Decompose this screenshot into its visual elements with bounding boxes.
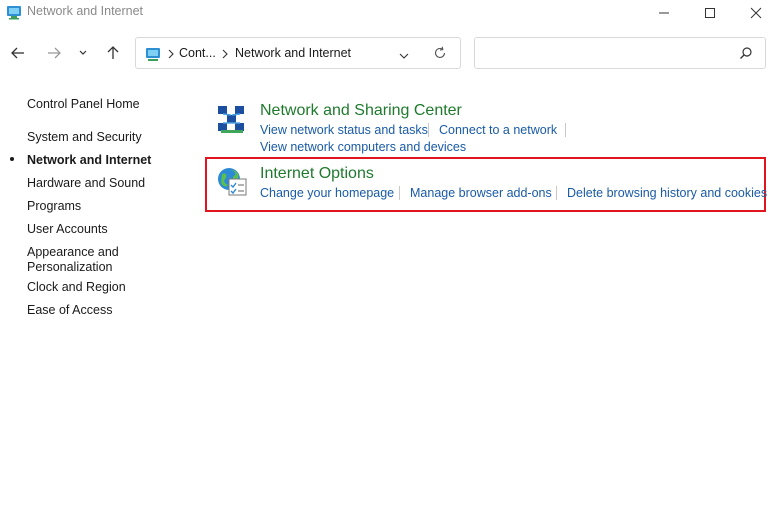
link-separator bbox=[399, 186, 400, 200]
delete-browsing-history-link[interactable]: Delete browsing history and cookies bbox=[567, 186, 767, 200]
back-button[interactable] bbox=[5, 40, 31, 66]
forward-button[interactable] bbox=[41, 40, 67, 66]
network-and-sharing-center-title[interactable]: Network and Sharing Center bbox=[260, 102, 462, 120]
address-bar[interactable]: Cont... Network and Internet bbox=[135, 37, 461, 69]
search-icon bbox=[739, 46, 753, 65]
minimize-button[interactable] bbox=[641, 0, 687, 26]
link-separator bbox=[556, 186, 557, 200]
internet-options-title[interactable]: Internet Options bbox=[260, 165, 374, 183]
change-your-homepage-link[interactable]: Change your homepage bbox=[260, 186, 394, 200]
sidebar-control-panel-home[interactable]: Control Panel Home bbox=[27, 97, 140, 112]
internet-options-icon bbox=[216, 166, 248, 198]
link-separator bbox=[565, 123, 566, 137]
sidebar-item-clock-and-region[interactable]: Clock and Region bbox=[27, 280, 126, 295]
sidebar-item-appearance-and-personalization[interactable]: Appearance and Personalization bbox=[27, 245, 137, 275]
chevron-right-icon bbox=[167, 47, 175, 65]
chevron-down-icon bbox=[399, 53, 409, 59]
refresh-button[interactable] bbox=[433, 46, 447, 65]
up-button[interactable] bbox=[100, 40, 126, 66]
active-item-bullet bbox=[10, 157, 14, 161]
sidebar-item-ease-of-access[interactable]: Ease of Access bbox=[27, 303, 112, 318]
control-panel-icon bbox=[6, 4, 22, 20]
address-dropdown-button[interactable] bbox=[398, 48, 410, 66]
recent-locations-button[interactable] bbox=[72, 40, 94, 66]
sidebar-item-user-accounts[interactable]: User Accounts bbox=[27, 222, 108, 237]
search-input[interactable] bbox=[474, 37, 766, 69]
window-title: Network and Internet bbox=[27, 4, 144, 18]
chevron-right-icon bbox=[221, 47, 229, 65]
arrow-right-icon bbox=[48, 47, 61, 59]
connect-to-network-link[interactable]: Connect to a network bbox=[439, 123, 557, 137]
sidebar-item-programs[interactable]: Programs bbox=[27, 199, 81, 214]
sidebar-item-hardware-and-sound[interactable]: Hardware and Sound bbox=[27, 176, 145, 191]
network-sharing-icon bbox=[216, 103, 248, 135]
refresh-icon bbox=[434, 46, 446, 59]
sidebar-item-network-and-internet[interactable]: Network and Internet bbox=[27, 153, 151, 168]
maximize-button[interactable] bbox=[687, 0, 733, 26]
sidebar-item-system-and-security[interactable]: System and Security bbox=[27, 130, 142, 145]
arrow-left-icon bbox=[11, 47, 24, 59]
arrow-up-icon bbox=[107, 46, 119, 59]
close-button[interactable] bbox=[733, 0, 777, 26]
breadcrumb-network-and-internet[interactable]: Network and Internet bbox=[235, 46, 351, 60]
control-panel-icon bbox=[145, 46, 161, 62]
view-network-status-link[interactable]: View network status and tasks bbox=[260, 123, 428, 137]
breadcrumb-control-panel[interactable]: Cont... bbox=[179, 46, 216, 60]
chevron-down-icon bbox=[79, 50, 87, 55]
manage-browser-add-ons-link[interactable]: Manage browser add-ons bbox=[410, 186, 552, 200]
title-bar: Network and Internet bbox=[0, 0, 777, 26]
view-network-computers-link[interactable]: View network computers and devices bbox=[260, 140, 466, 154]
link-separator bbox=[428, 123, 429, 137]
